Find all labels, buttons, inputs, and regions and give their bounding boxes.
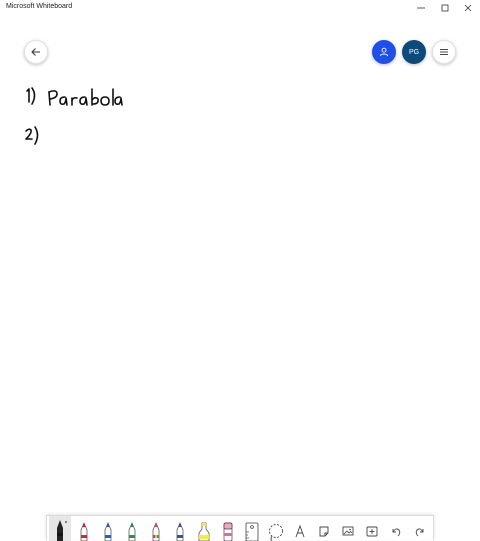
ink-stroke xyxy=(31,87,36,105)
lasso-tool[interactable] xyxy=(265,516,287,541)
eraser-icon xyxy=(223,522,233,541)
highlighter-tool[interactable] xyxy=(193,516,215,541)
galaxy-pen-tool[interactable] xyxy=(169,516,191,541)
undo-icon xyxy=(392,528,401,537)
text-tool[interactable] xyxy=(289,516,311,541)
ink-line-2 xyxy=(25,126,39,145)
green-pen-icon xyxy=(128,522,136,541)
ink-stroke xyxy=(71,96,78,101)
ink-layer[interactable] xyxy=(0,0,480,540)
add-icon xyxy=(366,526,378,537)
black-pen-icon xyxy=(57,520,67,541)
galaxy-pen-icon xyxy=(176,522,184,541)
add-content-tool[interactable] xyxy=(361,516,383,541)
ink-stroke xyxy=(114,96,123,106)
green-pen-tool[interactable] xyxy=(121,516,143,541)
rainbow-pen-icon xyxy=(152,522,160,541)
bottom-toolbar xyxy=(46,515,434,541)
redo-button[interactable] xyxy=(409,516,431,541)
ink-stroke xyxy=(34,126,39,145)
ink-stroke xyxy=(100,96,110,106)
sticky-note-icon xyxy=(319,526,329,537)
ruler-icon xyxy=(245,522,259,541)
eraser-tool[interactable] xyxy=(217,516,239,541)
blue-pen-tool[interactable] xyxy=(97,516,119,541)
red-pen-tool[interactable] xyxy=(73,516,95,541)
ink-stroke xyxy=(59,96,68,106)
sticky-note-tool[interactable] xyxy=(313,516,335,541)
insert-image-tool[interactable] xyxy=(337,516,359,541)
redo-icon xyxy=(415,528,424,537)
ink-stroke xyxy=(25,128,33,140)
ink-stroke xyxy=(91,96,99,105)
highlighter-icon xyxy=(198,522,210,541)
text-icon xyxy=(295,524,305,538)
ink-stroke xyxy=(79,96,88,106)
lasso-icon xyxy=(269,524,283,541)
red-pen-icon xyxy=(80,522,88,541)
rainbow-pen-tool[interactable] xyxy=(145,516,167,541)
ruler-tool[interactable] xyxy=(241,516,263,541)
ink-stroke xyxy=(26,88,30,103)
black-pen-tool[interactable] xyxy=(49,516,71,541)
ink-line-1 xyxy=(26,87,123,106)
image-icon xyxy=(342,526,354,536)
undo-button[interactable] xyxy=(385,516,407,541)
blue-pen-icon xyxy=(104,522,112,541)
